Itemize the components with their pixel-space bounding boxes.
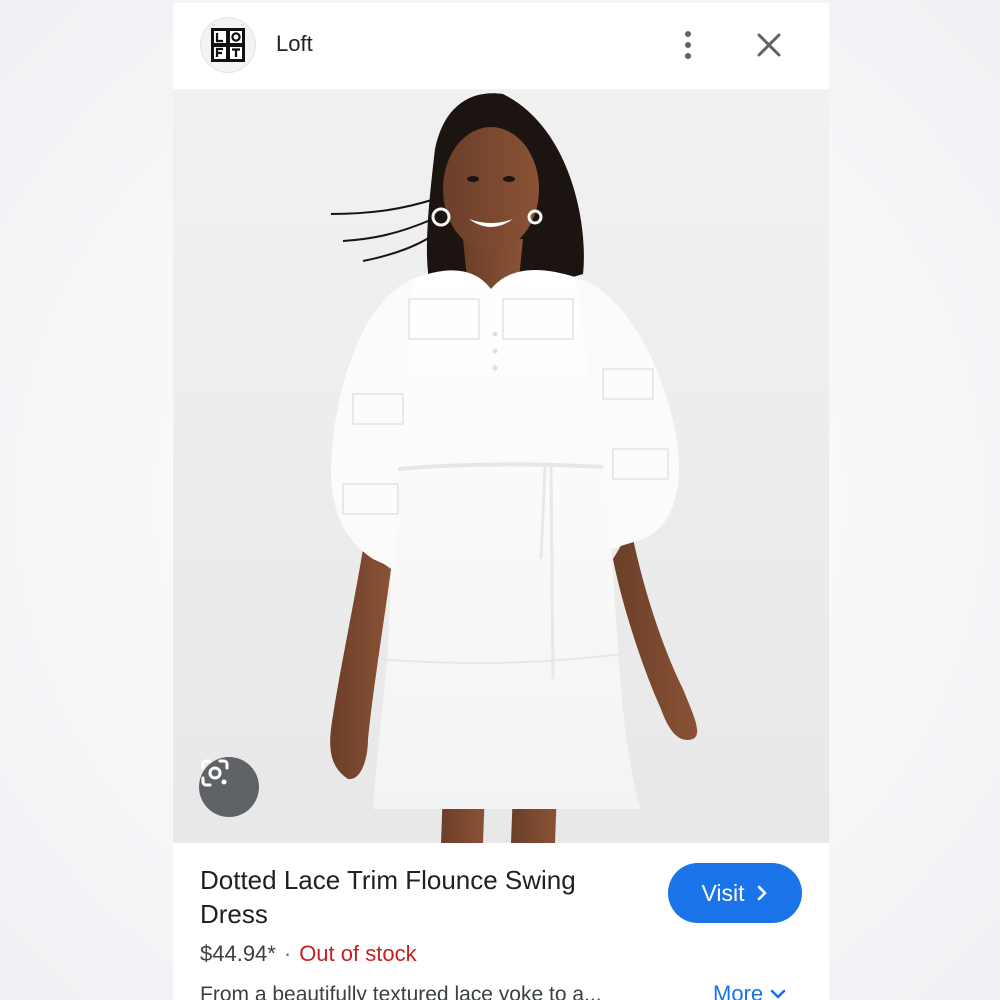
screen: Loft Dotted Lace Trim Flounce Swing Dres… <box>0 0 1000 1000</box>
product-price: $44.94* <box>200 941 276 966</box>
product-preview-card: Loft Dotted Lace Trim Flounce Swing Dres… <box>173 3 829 1000</box>
separator-dot: · <box>283 941 292 966</box>
more-button-label: More <box>713 981 764 1000</box>
price-row: $44.94* · Out of stock <box>200 941 417 967</box>
product-image[interactable] <box>173 89 829 843</box>
more-button[interactable]: More <box>713 981 787 1000</box>
visit-button-label: Visit <box>701 879 745 906</box>
more-options-icon[interactable] <box>673 25 703 65</box>
model-in-white-dress-image <box>330 93 698 843</box>
chevron-down-icon <box>770 989 786 999</box>
preview-header: Loft <box>173 3 829 89</box>
stock-status: Out of stock <box>299 941 417 966</box>
google-lens-icon[interactable] <box>199 757 259 817</box>
brand-logo[interactable] <box>200 17 256 73</box>
visit-button[interactable]: Visit <box>668 863 802 923</box>
loft-logo-icon <box>211 28 245 62</box>
chevron-right-icon <box>757 885 766 901</box>
product-title[interactable]: Dotted Lace Trim Flounce Swing Dress <box>200 863 620 931</box>
product-description: From a beautifully textured lace yoke to… <box>200 983 602 1000</box>
close-icon[interactable] <box>751 27 787 63</box>
product-details: Dotted Lace Trim Flounce Swing Dress Vis… <box>173 843 829 1000</box>
brand-name[interactable]: Loft <box>276 31 313 57</box>
